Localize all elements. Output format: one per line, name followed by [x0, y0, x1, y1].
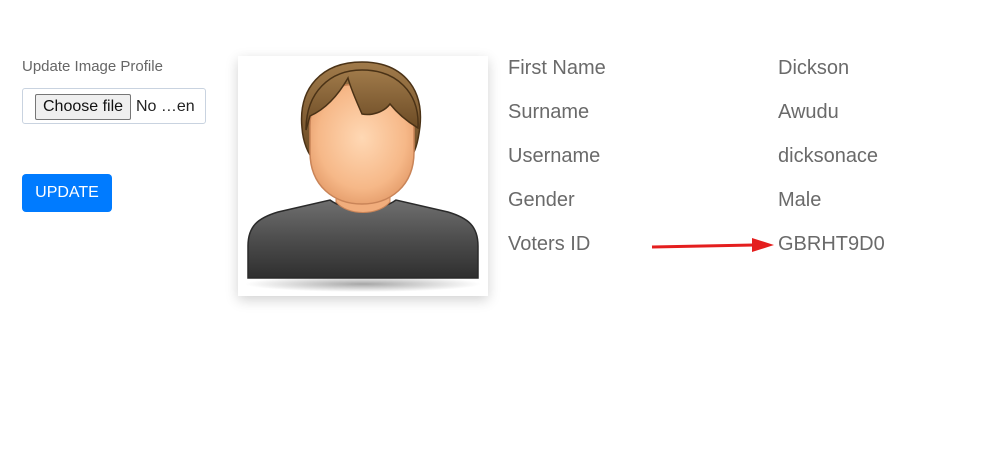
choose-file-button[interactable]: Choose file	[35, 94, 132, 120]
default-user-avatar-icon	[245, 61, 481, 292]
file-status-text: No …en	[136, 98, 195, 115]
profile-row-surname: Surname Awudu	[508, 101, 928, 129]
update-image-profile-label: Update Image Profile	[22, 58, 163, 75]
profile-row-gender: Gender Male	[508, 189, 928, 217]
profile-avatar	[238, 56, 488, 296]
update-button[interactable]: UPDATE	[22, 174, 112, 212]
gender-label: Gender	[508, 189, 575, 211]
profile-row-username: Username dicksonace	[508, 145, 928, 173]
first-name-label: First Name	[508, 57, 606, 79]
file-input[interactable]: Choose file No …en	[22, 88, 206, 124]
red-arrow-icon	[651, 238, 774, 252]
profile-row-first-name: First Name Dickson	[508, 57, 928, 85]
voters-id-value: GBRHT9D0	[778, 233, 885, 255]
username-label: Username	[508, 145, 601, 167]
gender-value: Male	[778, 189, 822, 211]
username-value: dicksonace	[778, 145, 879, 167]
surname-label: Surname	[508, 101, 590, 123]
first-name-value: Dickson	[778, 57, 850, 79]
voters-id-label: Voters ID	[508, 233, 591, 255]
surname-value: Awudu	[778, 101, 839, 123]
